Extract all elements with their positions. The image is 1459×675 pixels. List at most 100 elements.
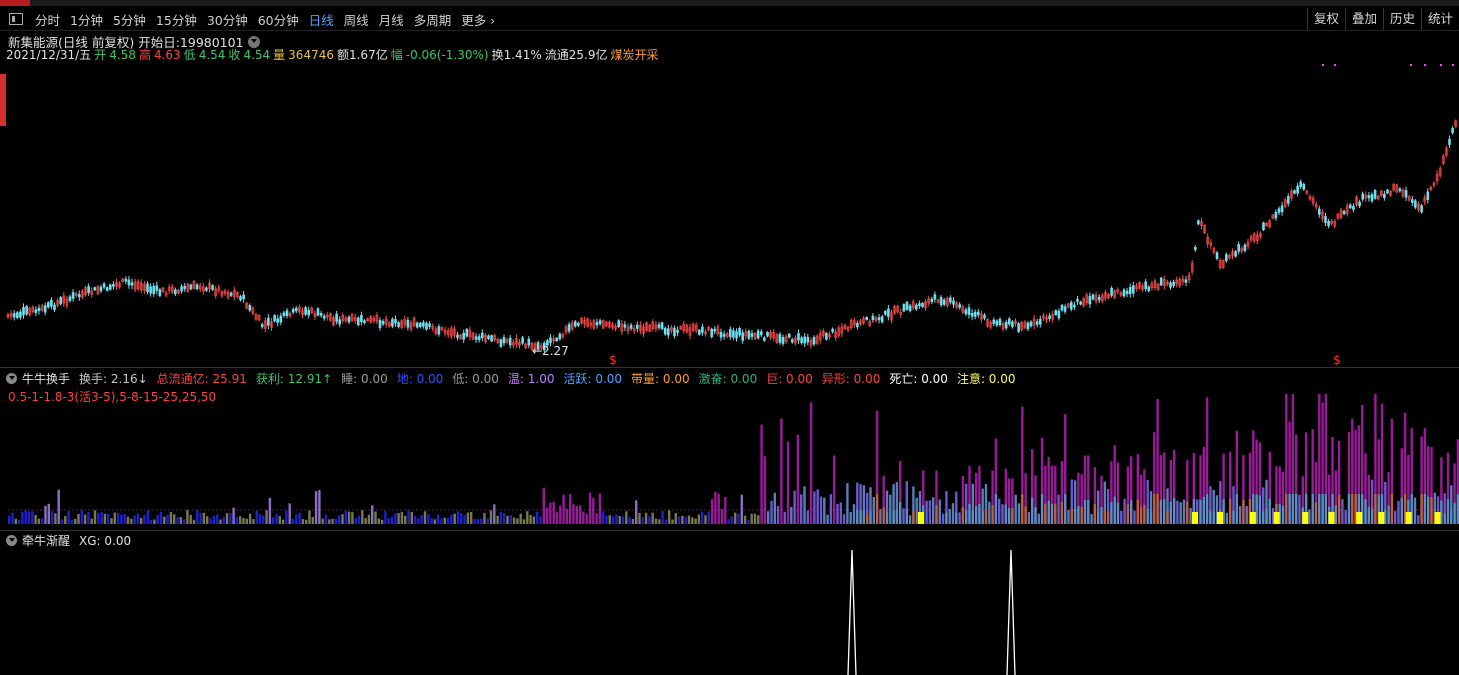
turnover-bar <box>1413 497 1417 524</box>
candle-body <box>732 330 735 338</box>
turnover-bar <box>691 517 694 524</box>
turnover-histogram[interactable] <box>0 388 1459 530</box>
turnover-bar <box>496 515 499 524</box>
candle-body <box>1383 193 1386 198</box>
tab-multi-period[interactable]: 多周期 <box>414 10 452 29</box>
candle-body <box>549 337 552 343</box>
candle-body <box>865 317 869 320</box>
turnover-bar <box>674 513 677 524</box>
signal-chart[interactable] <box>0 546 1459 675</box>
turnover-bar <box>932 497 935 524</box>
indicator1-item-13: 注意: 0.00 <box>956 372 1016 386</box>
candle-body <box>1451 127 1454 133</box>
turnover-bar <box>730 516 734 524</box>
tab-weekly[interactable]: 周线 <box>344 10 369 29</box>
turnover-bar <box>915 497 918 524</box>
turnover-bar <box>532 516 536 524</box>
turnover-bar-inner <box>1149 512 1153 524</box>
overlay-button[interactable]: 叠加 <box>1344 8 1383 30</box>
turnover-bar <box>1417 515 1420 524</box>
turnover-bar-inner <box>1064 494 1067 524</box>
turnover-bar-inner <box>1321 494 1324 524</box>
candle-body <box>973 311 977 317</box>
candle-body <box>983 315 986 319</box>
tab-60min[interactable]: 60分钟 <box>258 10 299 29</box>
turnover-bar <box>443 517 446 524</box>
tab-1min[interactable]: 1分钟 <box>70 10 103 29</box>
candle-body <box>356 317 360 326</box>
turnover-bar <box>239 516 242 524</box>
turnover-bar <box>760 424 763 524</box>
turnover-bar <box>387 518 390 524</box>
indicator1-item-1: 总流通亿: 25.91 <box>156 372 247 386</box>
turnover-bar <box>90 518 93 524</box>
candle-body <box>294 308 298 312</box>
turnover-bar <box>196 510 199 524</box>
candle-body <box>657 324 661 328</box>
turnover-bar <box>595 513 598 524</box>
turnover-bar <box>809 402 813 524</box>
candlestick-chart[interactable]: ←2.27 $ $ <box>0 60 1459 366</box>
turnover-bar <box>767 511 770 524</box>
turnover-bar <box>437 514 440 524</box>
turnover-bar <box>219 519 222 524</box>
turnover-bar <box>938 499 941 524</box>
turnover-bar <box>796 434 800 524</box>
candle-body <box>1386 189 1389 194</box>
candle-body <box>158 289 162 296</box>
candle-body <box>1063 306 1067 312</box>
turnover-bar <box>621 516 625 524</box>
candle-body <box>415 322 419 328</box>
adjust-button[interactable]: 复权 <box>1306 8 1345 30</box>
alert-block <box>1405 512 1412 524</box>
indicator1-menu-icon[interactable] <box>6 373 17 384</box>
turnover-bar <box>37 518 41 524</box>
turnover-bar <box>743 515 747 524</box>
turnover-bar-inner <box>1153 494 1156 524</box>
sidebar-toggle-icon[interactable] <box>9 13 23 25</box>
tab-monthly[interactable]: 月线 <box>379 10 404 29</box>
turnover-bar-inner <box>1024 506 1027 524</box>
turnover-bar <box>928 500 932 524</box>
candle-body <box>363 320 366 324</box>
indicator1-item-11: 异形: 0.00 <box>821 372 881 386</box>
turnover-bar <box>440 518 443 524</box>
turnover-bar <box>479 518 483 524</box>
tab-15min[interactable]: 15分钟 <box>156 10 197 29</box>
candle-body <box>195 284 199 290</box>
turnover-bar-inner <box>1387 505 1390 524</box>
candle-body <box>93 287 97 291</box>
turnover-bar-inner <box>859 510 862 524</box>
top-signal-dot <box>1424 64 1426 66</box>
candle-body <box>617 320 621 327</box>
candle-body <box>480 332 484 338</box>
tab-daily[interactable]: 日线 <box>309 10 334 29</box>
turnover-bar <box>823 497 826 524</box>
tab-5min[interactable]: 5分钟 <box>113 10 146 29</box>
tab-intraday[interactable]: 分时 <box>35 10 60 29</box>
tab-more[interactable]: 更多 › <box>461 10 495 29</box>
turnover-bar <box>569 494 572 524</box>
statistics-button[interactable]: 统计 <box>1420 8 1459 30</box>
tab-30min[interactable]: 30分钟 <box>207 10 248 29</box>
turnover-bar-inner <box>968 503 971 524</box>
turnover-bar <box>677 516 681 524</box>
turnover-bar <box>272 517 275 524</box>
candle-body <box>487 335 490 339</box>
candle-body <box>205 287 208 291</box>
alert-block <box>1356 512 1363 524</box>
indicator1-item-0: 换手: 2.16↓ <box>79 372 148 386</box>
history-button[interactable]: 历史 <box>1382 8 1421 30</box>
turnover-bar <box>149 519 153 524</box>
indicator2-menu-icon[interactable] <box>6 535 17 546</box>
turnover-bar <box>14 518 17 524</box>
turnover-bar-inner <box>899 501 902 524</box>
candle-body <box>763 337 766 341</box>
turnover-bar-inner <box>905 508 908 524</box>
candle-body <box>710 328 714 338</box>
turnover-bar-inner <box>1242 499 1245 524</box>
indicator1-item-5: 低: 0.00 <box>452 372 499 386</box>
turnover-bar <box>720 509 724 524</box>
candle-body <box>790 339 794 343</box>
turnover-bar <box>80 510 83 524</box>
